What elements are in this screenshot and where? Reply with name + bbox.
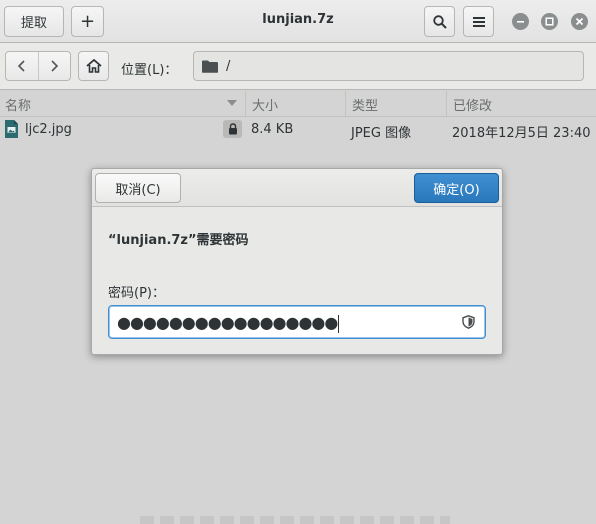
password-dialog: 取消(C) 确定(O) “lunjian.7z”需要密码 密码(P)： ●●●●… [91,168,503,355]
password-mask-wrapper: ●●●●●●●●●●●●●●●●● [117,313,340,333]
maximize-icon [545,17,554,26]
location-label: 位置(L)： [121,63,178,78]
file-modified: 2018年12月5日 23:40 [452,126,591,141]
chevron-left-icon [17,60,25,72]
column-header-type-label: 类型 [352,98,379,114]
lock-icon [228,123,237,135]
location-path: / [226,58,231,74]
password-label: 密码(P)： [108,286,165,301]
image-file-icon [5,120,18,138]
home-icon [85,59,102,73]
search-button[interactable] [424,6,455,37]
encrypted-badge [223,120,242,138]
back-button[interactable] [6,52,39,80]
sort-down-icon [227,100,237,106]
obscured-background-text [140,516,450,524]
location-entry[interactable]: / [193,51,584,81]
maximize-button[interactable] [541,13,558,30]
folder-icon [202,60,218,73]
navigation-buttons [5,51,71,81]
close-button[interactable] [571,13,588,30]
column-header-name[interactable]: 名称 [0,91,246,117]
menu-button[interactable] [463,6,494,37]
extract-button[interactable]: 提取 [4,6,64,37]
column-header-size-label: 大小 [252,98,279,114]
list-header: 名称 大小 类型 已修改 [0,91,596,117]
hamburger-menu-icon [472,16,485,27]
forward-button[interactable] [39,52,71,80]
file-size: 8.4 KB [251,122,294,137]
text-caret [338,314,340,333]
add-button[interactable]: + [71,6,104,37]
file-name: ljc2.jpg [25,122,72,137]
column-header-modified-label: 已修改 [453,98,493,114]
ok-button[interactable]: 确定(O) [414,173,499,203]
close-icon [575,17,584,26]
dialog-header: 取消(C) 确定(O) [92,169,502,207]
shield-icon[interactable] [462,315,475,329]
cancel-button[interactable]: 取消(C) [95,173,181,203]
header-bar: 提取 + lunjian.7z [0,0,596,43]
column-header-modified[interactable]: 已修改 [448,91,596,117]
column-header-size[interactable]: 大小 [247,91,346,117]
column-header-name-label: 名称 [5,98,32,114]
file-type: JPEG 图像 [351,126,412,141]
home-button[interactable] [78,51,109,81]
minimize-button[interactable] [512,13,529,30]
location-bar: 位置(L)： / [0,43,596,90]
dialog-message: “lunjian.7z”需要密码 [108,233,249,248]
column-header-type[interactable]: 类型 [347,91,447,117]
password-field[interactable]: ●●●●●●●●●●●●●●●●● [108,305,486,339]
table-row[interactable]: ljc2.jpg 8.4 KB JPEG 图像 2018年12月5日 23:40 [0,118,596,142]
password-mask: ●●●●●●●●●●●●●●●●● [117,313,338,332]
minimize-icon [517,21,524,23]
chevron-right-icon [51,60,59,72]
search-icon [432,14,447,29]
